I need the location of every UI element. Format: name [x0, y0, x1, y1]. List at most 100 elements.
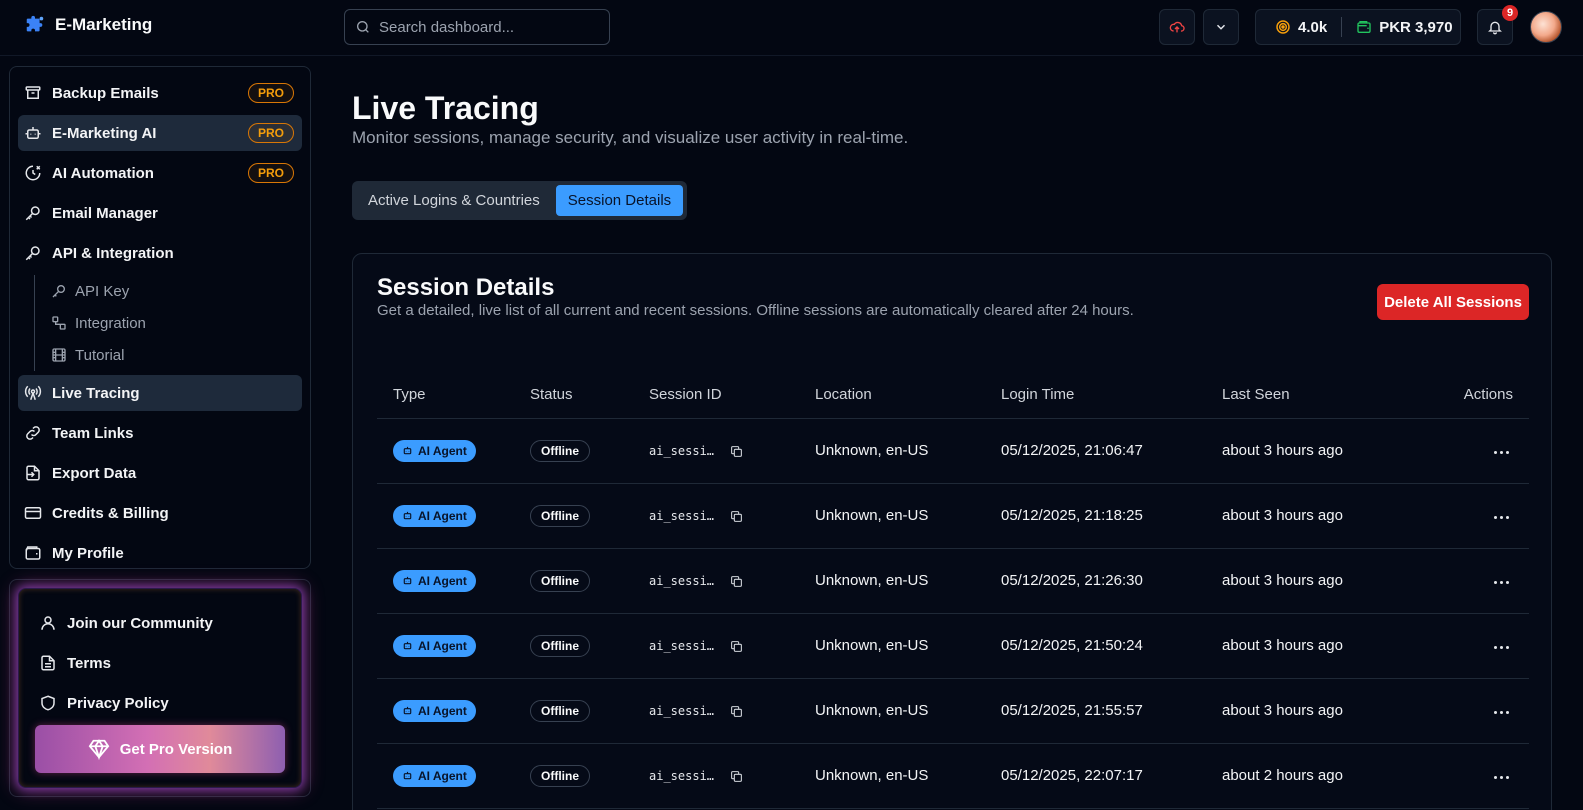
session-id-text: ai_sessi… — [649, 704, 715, 718]
sidebar-item-live-tracing[interactable]: Live Tracing — [18, 375, 302, 411]
table-row: AI Agent Offline ai_sessi… Unknown, en-U… — [377, 613, 1529, 679]
last-seen-cell: about 3 hours ago — [1222, 418, 1411, 484]
search-icon — [355, 19, 371, 35]
more-actions-icon[interactable] — [1490, 705, 1513, 720]
type-cell: AI Agent — [377, 418, 530, 484]
page-title: Live Tracing — [352, 90, 539, 126]
sidebar-item-api-integration[interactable]: API & Integration — [18, 235, 302, 271]
sidebar-item-backup-emails[interactable]: Backup Emails PRO — [18, 75, 302, 111]
get-pro-label: Get Pro Version — [119, 740, 233, 758]
page-subtitle: Monitor sessions, manage security, and v… — [352, 128, 909, 147]
column-header-login-time: Login Time — [1001, 372, 1222, 419]
table-row: AI Agent Offline ai_sessi… Unknown, en-U… — [377, 743, 1529, 809]
copy-icon[interactable] — [730, 705, 743, 718]
more-actions-icon[interactable] — [1490, 640, 1513, 655]
sidebar-item-label: Team Links — [52, 424, 134, 442]
session-id-text: ai_sessi… — [649, 769, 715, 783]
more-actions-icon[interactable] — [1490, 445, 1513, 460]
card-subtitle: Get a detailed, live list of all current… — [377, 302, 1134, 319]
sidebar-item-my-profile[interactable]: My Profile — [18, 535, 302, 571]
delete-all-sessions-button[interactable]: Delete All Sessions — [1377, 284, 1529, 320]
table-row: AI Agent Offline ai_sessi… Unknown, en-U… — [377, 418, 1529, 484]
copy-icon[interactable] — [730, 510, 743, 523]
sidebar-item-label: AI Automation — [52, 164, 154, 182]
more-actions-icon[interactable] — [1490, 575, 1513, 590]
type-badge: AI Agent — [393, 764, 476, 787]
dropdown-button[interactable] — [1203, 9, 1239, 45]
user-avatar[interactable] — [1530, 11, 1562, 43]
more-actions-icon[interactable] — [1490, 510, 1513, 525]
get-pro-button[interactable]: Get Pro Version — [35, 725, 285, 773]
wallet-summary[interactable]: 4.0k PKR 3,970 — [1255, 9, 1461, 45]
sidebar-subitem-tutorial[interactable]: Tutorial — [51, 339, 302, 371]
shield-icon — [39, 694, 57, 712]
archive-icon — [24, 84, 42, 102]
diamond-icon — [88, 738, 110, 760]
status-cell: Offline — [530, 418, 649, 484]
column-header-session-id: Session ID — [649, 372, 815, 419]
session-id-cell: ai_sessi… — [649, 418, 815, 484]
login-time-cell: 05/12/2025, 22:07:17 — [1001, 743, 1222, 809]
notifications-button[interactable]: 9 — [1477, 5, 1518, 45]
sidebar-item-email-manager[interactable]: Email Manager — [18, 195, 302, 231]
film-icon — [51, 347, 67, 363]
puzzle-logo-icon — [24, 14, 46, 36]
sidebar-subitem-label: API Key — [75, 282, 130, 300]
sidebar-item-label: My Profile — [52, 544, 124, 562]
copy-icon[interactable] — [730, 575, 743, 588]
status-badge: Offline — [530, 699, 590, 722]
sessions-table: Type Status Session ID Location Login Ti… — [377, 372, 1529, 809]
chevron-down-icon — [1214, 20, 1228, 34]
sidebar-item-credits-billing[interactable]: Credits & Billing — [18, 495, 302, 531]
sidebar-item-ai-automation[interactable]: AI Automation PRO — [18, 155, 302, 191]
key-icon — [24, 244, 42, 262]
login-time-cell: 05/12/2025, 21:18:25 — [1001, 483, 1222, 549]
sidebar-subitem-label: Integration — [75, 314, 146, 332]
column-header-actions: Actions — [1411, 372, 1529, 419]
type-badge: AI Agent — [393, 569, 476, 592]
top-header: E-Marketing 4.0k PKR 3,970 — [0, 0, 1583, 56]
sidebar-subitem-api-key[interactable]: API Key — [51, 275, 302, 307]
last-seen-cell: about 3 hours ago — [1222, 548, 1411, 614]
copy-icon[interactable] — [730, 640, 743, 653]
status-cell: Offline — [530, 678, 649, 744]
brand-name: E-Marketing — [55, 15, 153, 34]
sidebar-subitem-integration[interactable]: Integration — [51, 307, 302, 339]
sidebar-item-e-marketing-ai[interactable]: E-Marketing AI PRO — [18, 115, 302, 151]
type-badge: AI Agent — [393, 699, 476, 722]
last-seen-cell: about 3 hours ago — [1222, 613, 1411, 679]
terms-link[interactable]: Terms — [35, 643, 285, 683]
copy-icon[interactable] — [730, 445, 743, 458]
card-icon — [24, 504, 42, 522]
type-label: AI Agent — [418, 443, 467, 458]
copy-icon[interactable] — [730, 770, 743, 783]
session-id-cell: ai_sessi… — [649, 678, 815, 744]
brand[interactable]: E-Marketing — [24, 14, 152, 36]
status-badge: Offline — [530, 764, 590, 787]
bot-icon — [402, 705, 413, 716]
session-id-cell: ai_sessi… — [649, 743, 815, 809]
status-badge: Offline — [530, 439, 590, 462]
notification-count-badge: 9 — [1502, 5, 1518, 21]
join-community-label: Join our Community — [67, 614, 213, 632]
status-badge: Offline — [530, 634, 590, 657]
more-actions-icon[interactable] — [1490, 770, 1513, 785]
login-time-cell: 05/12/2025, 21:26:30 — [1001, 548, 1222, 614]
location-cell: Unknown, en-US — [815, 613, 1001, 679]
session-id-text: ai_sessi… — [649, 574, 715, 588]
privacy-policy-link[interactable]: Privacy Policy — [35, 683, 285, 723]
key-icon — [24, 204, 42, 222]
search-box[interactable] — [344, 9, 610, 45]
tab-session-details[interactable]: Session Details — [555, 185, 684, 216]
search-input[interactable] — [379, 18, 599, 36]
session-details-card: Session Details Get a detailed, live lis… — [352, 253, 1552, 810]
session-id-text: ai_sessi… — [649, 509, 715, 523]
status-cell: Offline — [530, 613, 649, 679]
upload-button[interactable] — [1159, 9, 1195, 45]
tab-active-logins[interactable]: Active Logins & Countries — [356, 185, 552, 216]
column-header-last-seen: Last Seen — [1222, 372, 1411, 419]
pro-badge: PRO — [247, 123, 294, 143]
join-community-link[interactable]: Join our Community — [35, 603, 285, 643]
sidebar-item-export-data[interactable]: Export Data — [18, 455, 302, 491]
sidebar-item-team-links[interactable]: Team Links — [18, 415, 302, 451]
